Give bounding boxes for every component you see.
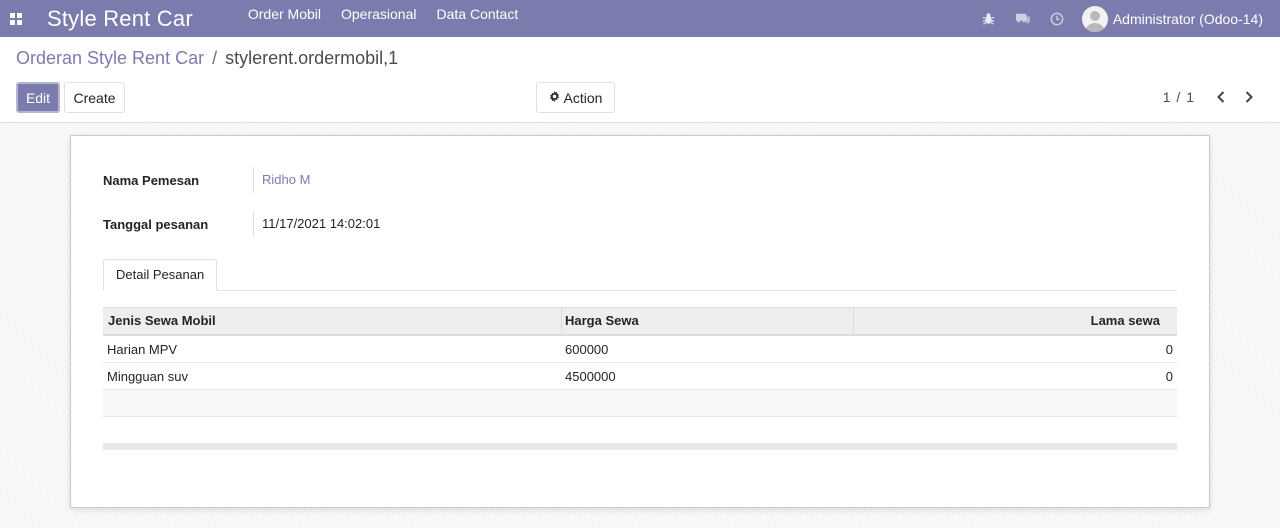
menu-data-contact[interactable]: Data Contact bbox=[427, 0, 529, 37]
table-header: Jenis Sewa Mobil Harga Sewa Lama sewa bbox=[103, 307, 1177, 336]
tanggal-pesanan-label: Tanggal pesanan bbox=[103, 217, 209, 232]
cell-harga-sewa: 4500000 bbox=[565, 369, 616, 384]
top-navbar: Style Rent Car Order Mobil Operasional D… bbox=[0, 0, 1280, 37]
cell-harga-sewa: 600000 bbox=[565, 342, 609, 357]
form-sheet: Nama Pemesan Ridho M Tanggal pesanan 11/… bbox=[70, 135, 1210, 508]
notebook-tabs: Detail Pesanan bbox=[103, 259, 1177, 291]
column-header-jenis-sewa[interactable]: Jenis Sewa Mobil bbox=[103, 308, 561, 334]
menu-operasional[interactable]: Operasional bbox=[331, 0, 427, 37]
control-panel: Orderan Style Rent Car / stylerent.order… bbox=[0, 37, 1280, 123]
table-footer bbox=[103, 443, 1177, 450]
cell-jenis-sewa: Harian MPV bbox=[107, 342, 178, 357]
empty-table-row bbox=[103, 390, 1177, 417]
form-view-background: Nama Pemesan Ridho M Tanggal pesanan 11/… bbox=[0, 123, 1280, 528]
table-row[interactable]: Harian MPV 600000 0 bbox=[103, 336, 1177, 363]
breadcrumb-separator: / bbox=[212, 48, 218, 68]
cell-lama-sewa: 0 bbox=[1165, 342, 1173, 357]
column-header-lama-sewa[interactable]: Lama sewa bbox=[853, 308, 1177, 334]
tanggal-pesanan-value: 11/17/2021 14:02:01 bbox=[253, 211, 380, 237]
breadcrumb-current: stylerent.ordermobil,1 bbox=[225, 48, 399, 68]
user-menu[interactable]: Administrator (Odoo-14) bbox=[1074, 0, 1280, 37]
tab-detail-pesanan[interactable]: Detail Pesanan bbox=[103, 259, 218, 291]
gear-icon bbox=[549, 90, 560, 105]
app-brand[interactable]: Style Rent Car bbox=[47, 6, 193, 32]
edit-button[interactable]: Edit bbox=[16, 82, 60, 113]
action-button-label: Action bbox=[563, 89, 603, 106]
column-header-harga-sewa[interactable]: Harga Sewa bbox=[561, 308, 853, 334]
nama-pemesan-value[interactable]: Ridho M bbox=[253, 167, 310, 193]
nama-pemesan-label: Nama Pemesan bbox=[103, 173, 200, 188]
menu-order-mobil[interactable]: Order Mobil bbox=[238, 0, 331, 37]
pager-value[interactable]: 1 / 1 bbox=[1163, 89, 1195, 105]
table-row[interactable]: Mingguan suv 4500000 0 bbox=[103, 363, 1177, 390]
user-avatar bbox=[1081, 5, 1108, 32]
cell-jenis-sewa: Mingguan suv bbox=[107, 369, 188, 384]
cell-lama-sewa: 0 bbox=[1165, 369, 1173, 384]
activity-clock-icon[interactable] bbox=[1040, 0, 1074, 37]
chevron-left-icon[interactable] bbox=[1209, 86, 1233, 108]
breadcrumb: Orderan Style Rent Car / stylerent.order… bbox=[16, 48, 398, 69]
messages-icon[interactable] bbox=[1006, 0, 1040, 37]
detail-pesanan-table: Jenis Sewa Mobil Harga Sewa Lama sewa Ha… bbox=[103, 307, 1177, 450]
breadcrumb-parent-link[interactable]: Orderan Style Rent Car bbox=[16, 48, 204, 69]
systray: Administrator (Odoo-14) bbox=[972, 0, 1280, 37]
main-menu: Order Mobil Operasional Data Contact bbox=[238, 0, 528, 37]
apps-menu-icon[interactable] bbox=[0, 0, 32, 37]
debug-bug-icon[interactable] bbox=[972, 0, 1006, 37]
chevron-right-icon[interactable] bbox=[1237, 86, 1261, 108]
user-name: Administrator (Odoo-14) bbox=[1112, 10, 1263, 27]
create-button[interactable]: Create bbox=[64, 82, 125, 113]
action-button[interactable]: Action bbox=[536, 82, 615, 113]
